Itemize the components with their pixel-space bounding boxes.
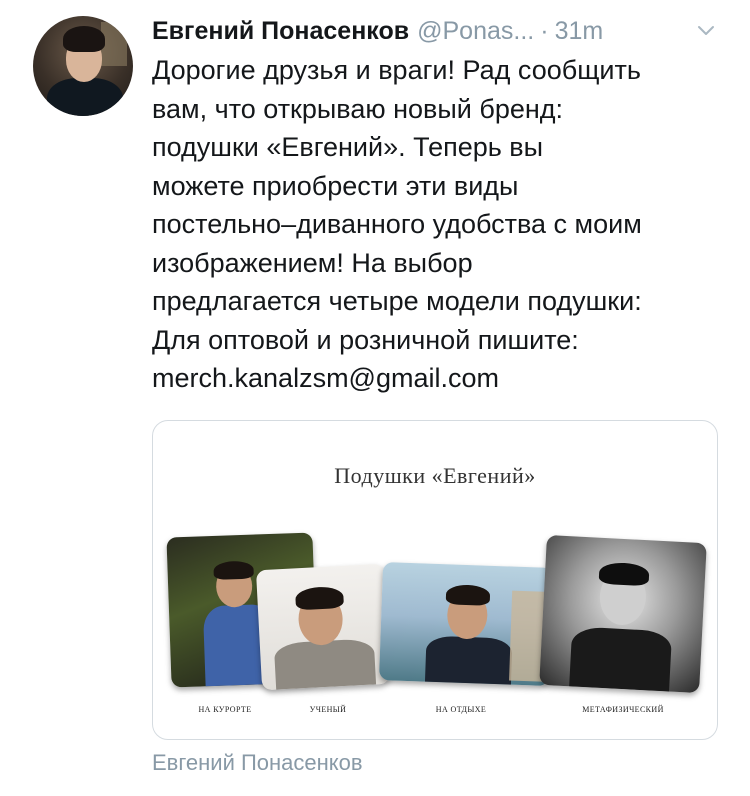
tweet-text-line: Дорогие друзья и враги! Рад сообщить (152, 55, 641, 85)
tweet-text: Дорогие друзья и враги! Рад сообщить вам… (152, 51, 732, 398)
pillow-label: МЕТАФИЗИЧЕСКИЙ (582, 705, 664, 714)
figure-hair (294, 585, 345, 611)
avatar[interactable] (33, 16, 133, 116)
avatar-hair (63, 26, 105, 52)
pillow-label: НА КУРОРТЕ (198, 705, 252, 714)
media-title: Подушки «Евгений» (334, 463, 536, 488)
pillow-label: НА ОТДЫХЕ (435, 705, 487, 714)
tweet-text-line: изображением! На выбор (152, 247, 473, 278)
author-name[interactable]: Евгений Понасенков (152, 17, 409, 46)
pillow-vacation-image (378, 562, 554, 686)
footer-author-name[interactable]: Евгений Понасенков (152, 750, 363, 776)
tweet-text-line: вам, что открываю новый бренд: (152, 93, 564, 124)
figure-hair (445, 584, 491, 606)
avatar-body (47, 78, 123, 116)
tweet-text-line: постельно–диванного удобства с моим (152, 209, 642, 239)
pillow-label: УЧЕНЫЙ (309, 705, 347, 714)
tweet-text-line: подушки «Евгений». Теперь вы (152, 132, 544, 162)
figure-hair (598, 561, 650, 587)
chevron-down-icon[interactable] (696, 20, 716, 40)
separator-dot: · (540, 16, 549, 45)
figure-body (424, 635, 513, 686)
tweet-header: Евгений Понасенков @Ponas... · 31m (152, 14, 722, 48)
media-card[interactable]: Подушки «Евгений» НА КУРОРТЕ УЧЕНЫЙ НА О… (152, 420, 718, 740)
figure-body (273, 638, 377, 691)
pillow-scholar-image (255, 563, 391, 691)
pillow-metaphysical-image (539, 534, 707, 694)
tweet-text-line: можете приобрести эти виды (152, 170, 519, 201)
figure-hair (213, 560, 254, 580)
tweet-text-line: предлагается четыре модели подушки: (152, 286, 642, 316)
email-link[interactable]: merch.kanalzsm@gmail.com (152, 359, 732, 398)
tweet-timestamp[interactable]: 31m (555, 17, 604, 46)
author-handle[interactable]: @Ponas... (417, 17, 534, 46)
figure-body (569, 626, 673, 692)
tweet-text-line: Для оптовой и розничной пишите: (152, 324, 579, 355)
